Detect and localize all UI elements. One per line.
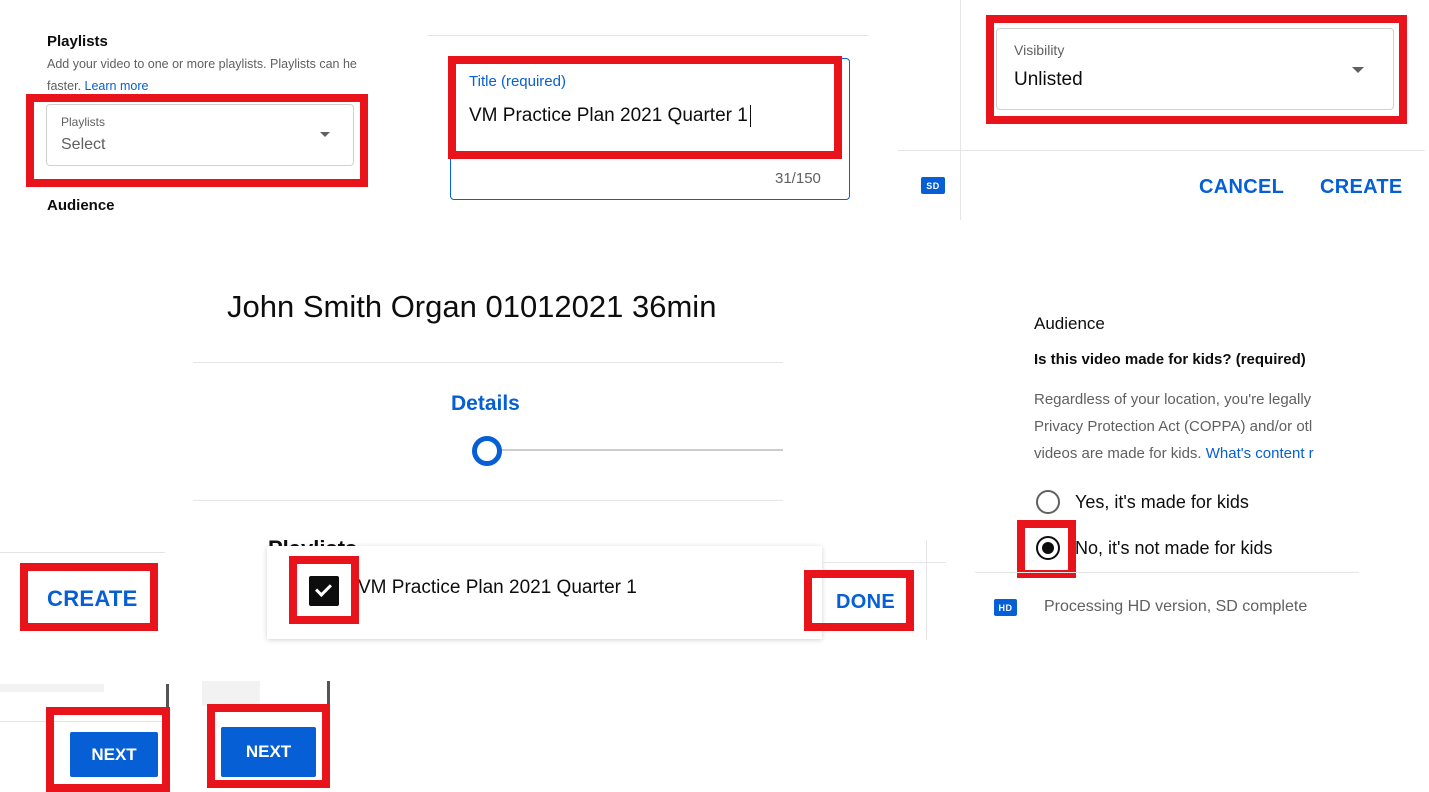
next-button[interactable]: NEXT: [221, 727, 316, 777]
snippet-bar: [202, 681, 260, 706]
divider: [960, 0, 961, 220]
title-field-text: VM Practice Plan 2021 Quarter 1: [469, 105, 748, 127]
processing-status: Processing HD version, SD complete: [1044, 598, 1308, 615]
chevron-down-icon: [320, 132, 330, 137]
playlists-description-2: faster. Learn more: [47, 79, 148, 93]
playlists-dropdown-value: Select: [61, 136, 106, 153]
divider: [926, 540, 927, 640]
whats-content-link[interactable]: What's content r: [1206, 445, 1314, 462]
learn-more-link[interactable]: Learn more: [85, 79, 149, 93]
playlists-heading: Playlists: [47, 33, 108, 50]
create-button[interactable]: CREATE: [1320, 176, 1403, 199]
hd-badge-icon: HD: [994, 599, 1017, 616]
radio-yes-label: Yes, it's made for kids: [1075, 492, 1249, 512]
divider: [975, 572, 1359, 573]
snippet-edge: [166, 684, 169, 792]
radio-not-label: No, it's not made for kids: [1075, 538, 1273, 558]
playlist-checkbox[interactable]: [309, 576, 339, 606]
audience-heading: Audience: [1034, 314, 1105, 333]
cancel-button[interactable]: CANCEL: [1199, 176, 1284, 199]
divider: [427, 35, 869, 36]
visibility-label: Visibility: [1014, 42, 1065, 58]
chevron-down-icon: [1352, 67, 1364, 73]
visibility-dropdown[interactable]: Visibility Unlisted: [996, 28, 1394, 110]
checkmark-icon: [315, 580, 332, 597]
radio-selected-dot: [1042, 542, 1054, 554]
playlist-item-label[interactable]: VM Practice Plan 2021 Quarter 1: [358, 577, 637, 599]
video-title: John Smith Organ 01012021 36min: [227, 289, 717, 324]
audience-heading-partial: Audience: [47, 197, 115, 214]
snippet-bar: [0, 684, 104, 692]
audience-description: Regardless of your location, you're lega…: [1034, 386, 1354, 466]
title-field-label: Title (required): [469, 73, 566, 90]
radio-not-kids[interactable]: [1036, 536, 1060, 560]
divider: [193, 500, 783, 501]
create-button[interactable]: CREATE: [47, 586, 138, 612]
visibility-value: Unlisted: [1014, 69, 1083, 90]
divider: [823, 562, 946, 563]
playlists-description-tail: faster.: [47, 79, 82, 93]
audience-desc-3-row: videos are made for kids. What's content…: [1034, 440, 1354, 466]
divider: [0, 721, 166, 722]
title-field-value: VM Practice Plan 2021 Quarter 1: [469, 105, 751, 127]
playlists-description: Add your video to one or more playlists.…: [47, 57, 357, 71]
step-progress-track: [487, 449, 783, 451]
playlists-dropdown[interactable]: Playlists Select: [46, 104, 354, 166]
sd-badge-icon: SD: [921, 177, 945, 194]
divider: [898, 150, 1425, 151]
divider: [0, 552, 165, 553]
audience-question: Is this video made for kids? (required): [1034, 351, 1306, 368]
step-current-icon[interactable]: [472, 436, 502, 466]
snippet-edge: [327, 681, 330, 711]
text-cursor: [749, 105, 751, 127]
playlists-dropdown-label: Playlists: [61, 115, 106, 129]
step-details-label[interactable]: Details: [451, 392, 520, 416]
done-button[interactable]: DONE: [836, 591, 895, 614]
audience-desc-2: Privacy Protection Act (COPPA) and/or ot…: [1034, 418, 1313, 435]
audience-desc-1: Regardless of your location, you're lega…: [1034, 391, 1312, 408]
next-button[interactable]: NEXT: [70, 732, 158, 777]
audience-desc-3: videos are made for kids.: [1034, 445, 1202, 462]
radio-yes-kids[interactable]: [1036, 490, 1060, 514]
title-char-count: 31/150: [775, 170, 821, 187]
divider: [193, 362, 783, 363]
